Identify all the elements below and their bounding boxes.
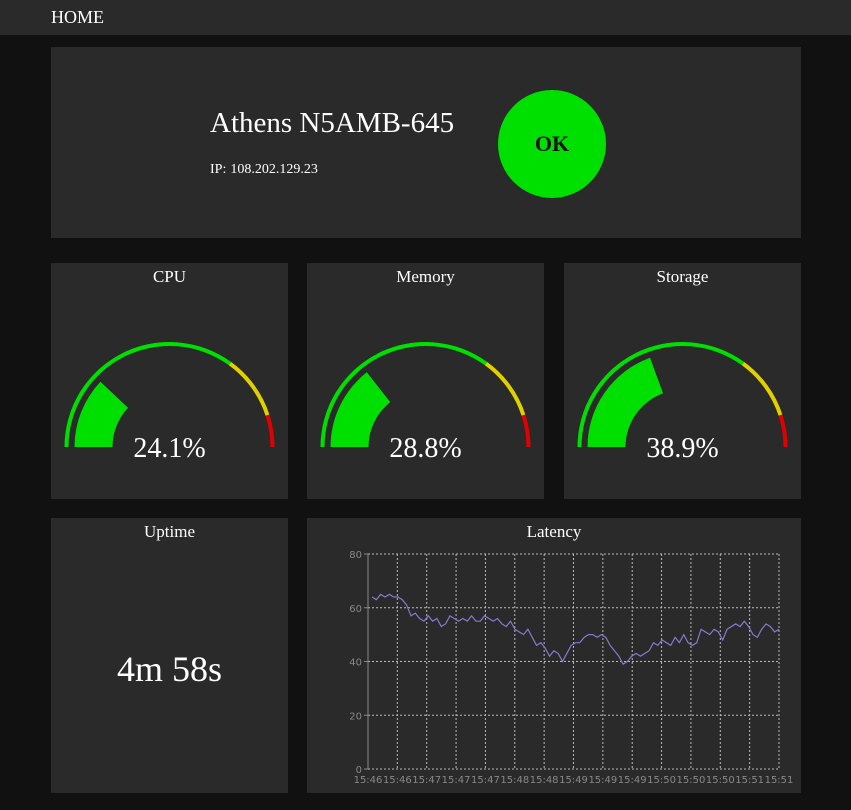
x-tick-label: 15:47 bbox=[412, 775, 441, 786]
x-tick-label: 15:51 bbox=[765, 775, 794, 786]
x-tick-label: 15:47 bbox=[471, 775, 500, 786]
ip-label: IP: bbox=[210, 162, 227, 177]
y-tick-label: 0 bbox=[356, 765, 362, 776]
latency-chart: 15:46 15:46 15:47 15:47 15:47 15:48 15:48 15:49… bbox=[349, 550, 794, 786]
x-tick-label: 15:49 bbox=[618, 775, 647, 786]
x-tick-label: 15:51 bbox=[735, 775, 764, 786]
x-tick-label: 15:46 bbox=[354, 775, 383, 786]
ip-address: 108.202.129.23 bbox=[230, 162, 318, 177]
device-name: Athens N5AMB-645 bbox=[210, 107, 455, 139]
gauge-band bbox=[741, 362, 783, 416]
nav-home-link[interactable]: HOME bbox=[51, 7, 104, 28]
x-tick-label: 15:50 bbox=[706, 775, 735, 786]
x-tick-label: 15:47 bbox=[442, 775, 471, 786]
y-tick-label: 20 bbox=[349, 711, 362, 722]
y-tick-label: 60 bbox=[349, 604, 362, 615]
memory-gauge-value: 28.8% bbox=[389, 433, 462, 464]
gauge-band bbox=[228, 362, 270, 416]
x-tick-label: 15:46 bbox=[383, 775, 412, 786]
latency-series-line bbox=[371, 593, 780, 666]
cpu-gauge-value: 24.1% bbox=[133, 433, 206, 464]
device-header-panel: Athens N5AMB-645 IP: 108.202.129.23 OK bbox=[51, 47, 801, 238]
storage-gauge-panel: Storage 38.9% bbox=[564, 263, 801, 499]
y-tick-label: 40 bbox=[349, 658, 362, 669]
uptime-title: Uptime bbox=[144, 522, 195, 541]
latency-panel: Latency 15:46 15:46 15:47 15:47 15:47 15:48 15… bbox=[307, 518, 801, 793]
x-tick-label: 15:50 bbox=[647, 775, 676, 786]
status-text: OK bbox=[534, 131, 570, 156]
x-tick-label: 15:50 bbox=[677, 775, 706, 786]
top-nav-bar: HOME bbox=[0, 0, 851, 35]
x-tick-label: 15:48 bbox=[500, 775, 529, 786]
uptime-panel: Uptime 4m 58s bbox=[51, 518, 288, 793]
y-tick-label: 80 bbox=[349, 550, 362, 561]
storage-gauge-value: 38.9% bbox=[646, 433, 719, 464]
x-tick-label: 15:49 bbox=[559, 775, 588, 786]
x-tick-label: 15:49 bbox=[588, 775, 617, 786]
x-tick-label: 15:48 bbox=[530, 775, 559, 786]
uptime-value: 4m 58s bbox=[116, 649, 222, 689]
gauge-band bbox=[484, 362, 526, 416]
device-ip: IP: 108.202.129.23 bbox=[210, 162, 318, 178]
status-indicator: OK bbox=[498, 90, 606, 198]
cpu-gauge-panel: CPU 24.1% bbox=[51, 263, 288, 499]
memory-gauge-panel: Memory 28.8% bbox=[307, 263, 544, 499]
